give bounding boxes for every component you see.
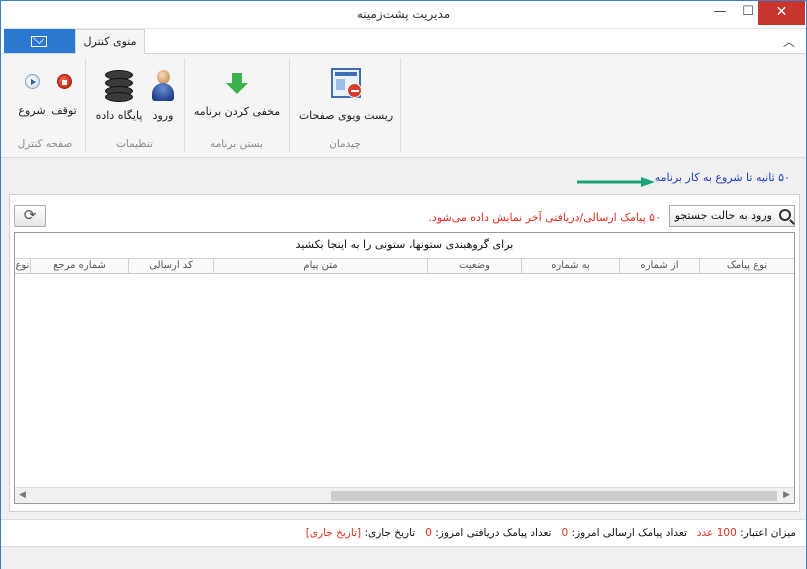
search-mode-label: ورود به حالت جستجو bbox=[674, 209, 772, 222]
ribbon-group-close-program: مخفی کردن برنامه بستن برنامه bbox=[184, 58, 288, 152]
login-label: ورود bbox=[152, 109, 174, 122]
scroll-left-icon[interactable]: ◀ bbox=[19, 490, 26, 500]
group-label-close-program: بستن برنامه bbox=[210, 138, 263, 150]
database-button[interactable]: پایگاه داده bbox=[92, 70, 146, 122]
scrollbar-thumb[interactable] bbox=[331, 491, 777, 501]
group-label-control-panel: صفحه کنترل bbox=[17, 138, 73, 150]
column-to-number[interactable]: به شماره bbox=[522, 259, 620, 274]
refresh-button[interactable]: ⟳ bbox=[14, 205, 46, 227]
received-today-value: 0 bbox=[425, 527, 432, 539]
download-arrow-icon bbox=[225, 72, 249, 96]
bottom-strip bbox=[1, 548, 806, 569]
minimize-button[interactable]: — bbox=[706, 1, 734, 25]
credit-unit: عدد bbox=[696, 527, 714, 539]
group-label-settings: تنظیمات bbox=[115, 138, 154, 150]
database-label: پایگاه داده bbox=[95, 109, 143, 122]
ribbon-group-settings: پایگاه داده ورود تنظیمات bbox=[85, 58, 183, 152]
search-icon bbox=[779, 209, 791, 221]
current-date-value: [تاریخ جاری] bbox=[305, 527, 362, 539]
column-status[interactable]: وضعیت bbox=[428, 259, 522, 274]
group-by-panel[interactable]: برای گروهبندی ستونها، ستونی را به اینجا … bbox=[15, 233, 794, 258]
search-mode-button[interactable]: ورود به حالت جستجو bbox=[669, 205, 795, 227]
play-icon bbox=[24, 74, 40, 89]
ribbon: شروع توقف صفحه کنترل پایگاه داده ورود تن… bbox=[1, 54, 806, 158]
window-title: مدیریت پشت‌زمینه bbox=[356, 7, 451, 21]
column-sms-type[interactable]: نوع پیامک bbox=[700, 259, 794, 274]
start-label: شروع bbox=[18, 104, 46, 117]
envelope-icon bbox=[31, 36, 47, 47]
received-today-label: تعداد پیامک دریافتی امروز: bbox=[435, 527, 552, 539]
column-reference-number[interactable]: شماره مرجع bbox=[31, 259, 129, 274]
scroll-right-icon[interactable]: ▶ bbox=[783, 490, 790, 500]
sent-today-value: 0 bbox=[561, 527, 569, 539]
database-icon bbox=[105, 70, 133, 102]
horizontal-scrollbar[interactable]: ◀ ▶ bbox=[15, 487, 794, 503]
app-window: مدیریت پشت‌زمینه — ☐ ✕ منوی کنترل ︿ شروع… bbox=[0, 0, 807, 569]
column-from-number[interactable]: از شماره bbox=[620, 259, 700, 274]
stop-icon bbox=[56, 74, 72, 89]
current-date-label: تاریخ جاری: bbox=[364, 527, 416, 539]
credit-value: 100 bbox=[716, 527, 737, 539]
stop-button[interactable]: توقف bbox=[49, 74, 79, 117]
column-type[interactable]: نوع bbox=[15, 259, 31, 274]
credit-label: میزان اعتبار: bbox=[740, 527, 796, 539]
column-message-text[interactable]: متن پیام bbox=[214, 259, 428, 274]
countdown-area: ۵۰ ثانیه تا شروع به کار برنامه bbox=[1, 159, 806, 193]
ribbon-tabs: منوی کنترل ︿ bbox=[1, 29, 806, 54]
status-row: میزان اعتبار: 100 عدد تعداد پیامک ارسالی… bbox=[306, 527, 796, 539]
pointer-arrow-icon bbox=[577, 177, 655, 187]
close-button[interactable]: ✕ bbox=[758, 1, 805, 25]
collapse-ribbon-icon[interactable]: ︿ bbox=[783, 33, 795, 50]
group-label-layout: چیدمان bbox=[329, 138, 361, 150]
user-icon bbox=[150, 70, 176, 102]
hide-program-label: مخفی کردن برنامه bbox=[193, 105, 281, 118]
sent-today-label: تعداد پیامک ارسالی امروز: bbox=[571, 527, 687, 539]
sms-limit-note: ۵۰ پیامک ارسالی/دریافتی آخر نمایش داده م… bbox=[428, 211, 661, 224]
reset-views-label: ریست ویوی صفحات bbox=[298, 109, 394, 122]
reset-views-button[interactable]: ریست ویوی صفحات bbox=[296, 68, 396, 122]
countdown-text: ۵۰ ثانیه تا شروع به کار برنامه bbox=[654, 171, 790, 184]
login-button[interactable]: ورود bbox=[148, 70, 178, 122]
column-send-code[interactable]: کد ارسالی bbox=[129, 259, 214, 274]
messages-grid[interactable]: برای گروهبندی ستونها، ستونی را به اینجا … bbox=[14, 232, 795, 504]
column-header-row: نوع پیامک از شماره به شماره وضعیت متن پی… bbox=[15, 258, 794, 274]
mail-tab[interactable] bbox=[4, 29, 75, 53]
refresh-icon: ⟳ bbox=[23, 206, 37, 224]
reset-layout-icon bbox=[331, 68, 362, 98]
title-bar: مدیریت پشت‌زمینه — ☐ ✕ bbox=[1, 1, 806, 29]
stop-label: توقف bbox=[51, 104, 77, 117]
ribbon-group-control-panel: شروع توقف صفحه کنترل bbox=[7, 58, 83, 152]
status-bar: میزان اعتبار: 100 عدد تعداد پیامک ارسالی… bbox=[1, 519, 806, 547]
start-button[interactable]: شروع bbox=[17, 74, 47, 117]
ribbon-group-layout: ریست ویوی صفحات چیدمان bbox=[289, 58, 401, 152]
tab-control-menu[interactable]: منوی کنترل bbox=[75, 29, 145, 54]
hide-program-button[interactable]: مخفی کردن برنامه bbox=[189, 72, 285, 118]
